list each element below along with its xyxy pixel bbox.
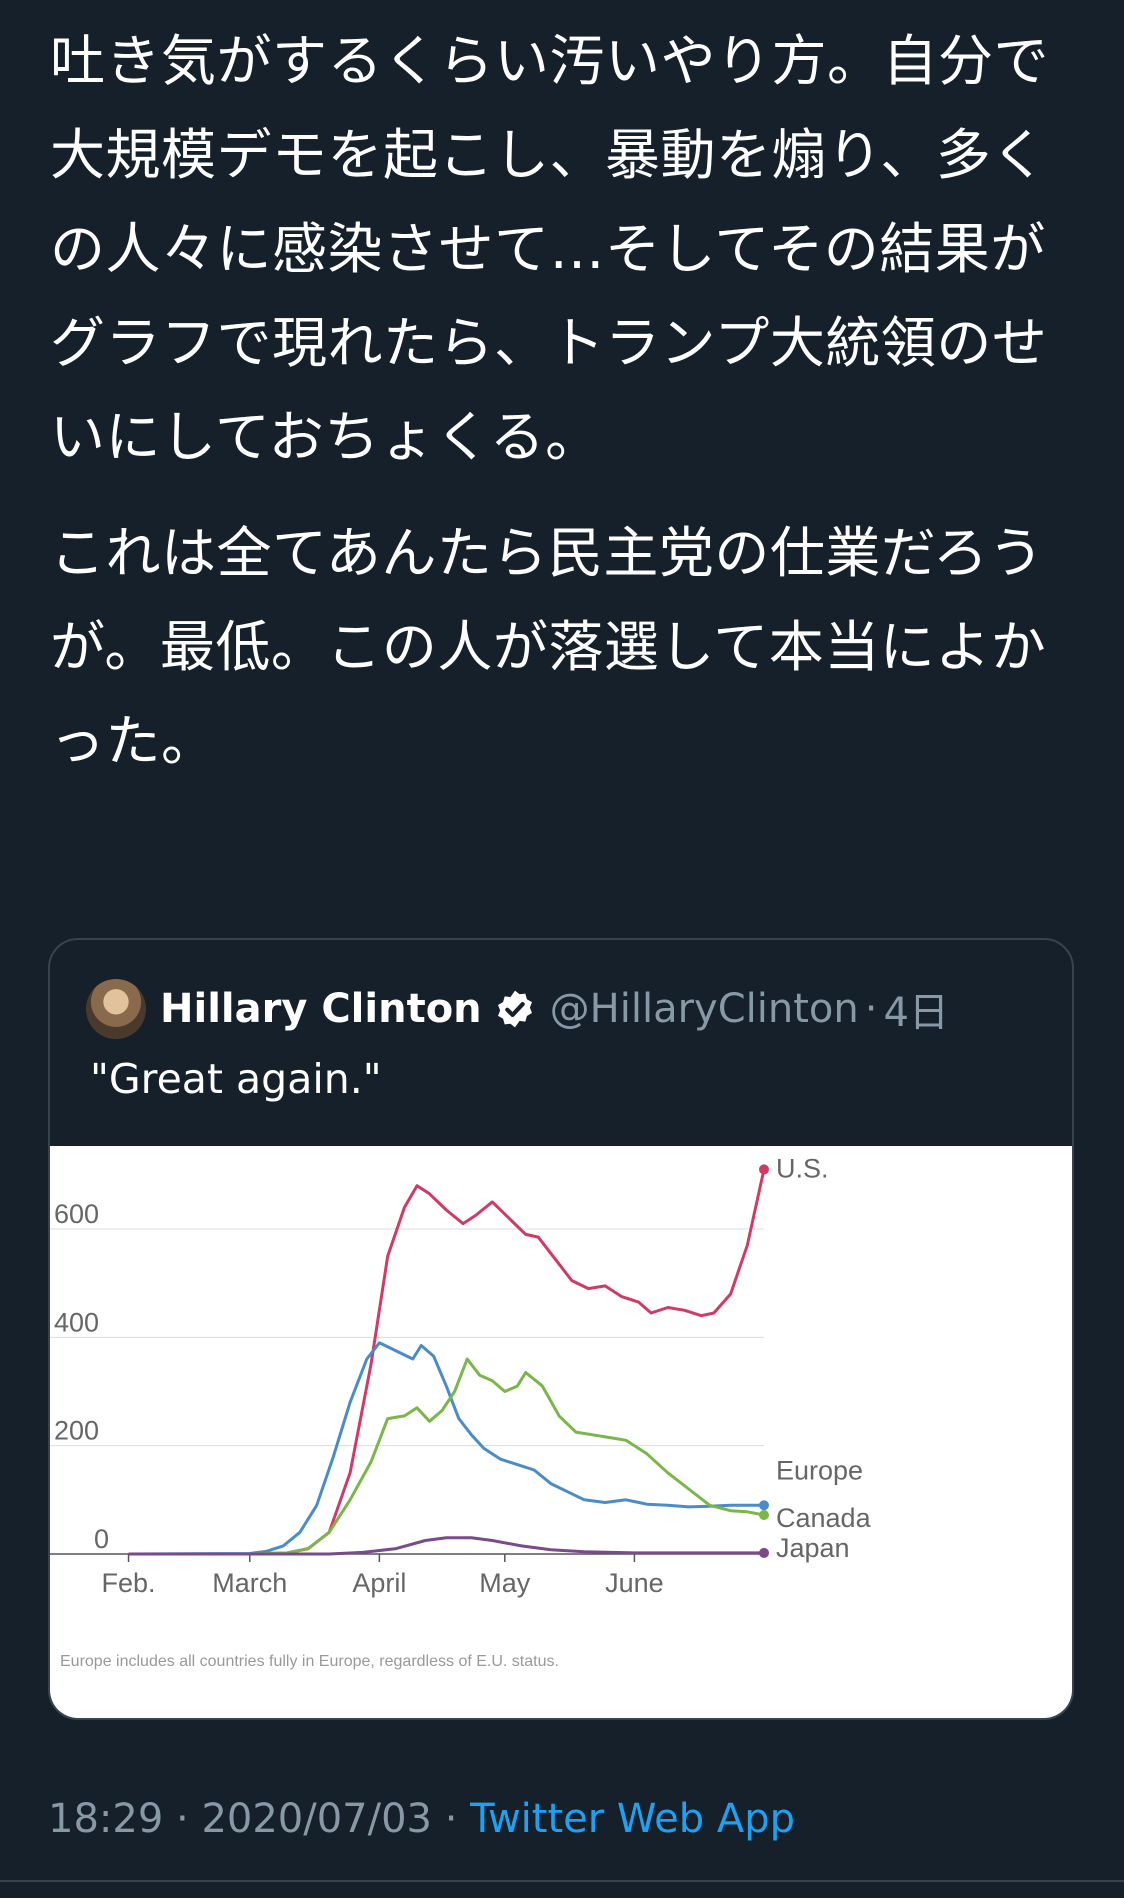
- tweet-paragraph: これは全てあんたら民主党の仕業だろうが。最低。この人が落選して本当によかった。: [50, 521, 1047, 773]
- chart-note: Europe includes all countries fully in E…: [60, 1653, 559, 1670]
- series-label: Japan: [776, 1533, 850, 1563]
- series-label: Canada: [776, 1503, 872, 1533]
- series-line-us: [128, 1169, 766, 1556]
- line-chart: 0 200 400 600 Feb. March April May June U.S. Europ…: [50, 1153, 872, 1670]
- x-tick-label: March: [212, 1568, 287, 1598]
- y-tick-label: 600: [54, 1199, 99, 1229]
- tweet-source-link[interactable]: Twitter Web App: [470, 1796, 795, 1842]
- quoted-tweet-header: Hillary Clinton @HillaryClinton · 4日: [86, 978, 949, 1040]
- x-tick-label: May: [479, 1568, 531, 1598]
- avatar[interactable]: [86, 979, 146, 1039]
- verified-badge-icon: [497, 990, 532, 1028]
- series-label: U.S.: [776, 1153, 829, 1183]
- series-line-japan: [128, 1536, 764, 1556]
- tweet-paragraph: 吐き気がするくらい汚いやり方。自分で大規模デモを起こし、暴動を煽り、多くの人々に…: [50, 29, 1050, 469]
- y-tick-label: 0: [94, 1524, 109, 1554]
- series-end-point: [759, 1164, 769, 1175]
- x-tick-label: April: [352, 1568, 406, 1598]
- y-tick-label: 400: [54, 1307, 99, 1337]
- series-line-europe: [128, 1341, 764, 1556]
- timestamp[interactable]: 4日: [883, 980, 948, 1038]
- tweet-text: 吐き気がするくらい汚いやり方。自分で大規模デモを起こし、暴動を煽り、多くの人々に…: [50, 14, 1060, 788]
- series-end-point: [759, 1500, 769, 1511]
- tweet-time[interactable]: 18:29: [48, 1796, 163, 1842]
- divider: [0, 1880, 1124, 1882]
- chart-image[interactable]: 0 200 400 600 Feb. March April May June U.S. Europ…: [50, 1146, 1072, 1718]
- display-name[interactable]: Hillary Clinton: [160, 986, 482, 1032]
- handle[interactable]: @HillaryClinton: [550, 986, 859, 1032]
- separator: ·: [176, 1796, 189, 1842]
- y-tick-label: 200: [54, 1416, 99, 1446]
- series-end-point: [759, 1510, 769, 1520]
- x-tick-label: June: [605, 1568, 664, 1598]
- x-tick-label: Feb.: [102, 1568, 156, 1598]
- quoted-tweet-text: "Great again.": [90, 1055, 382, 1103]
- series-label: Europe: [776, 1455, 863, 1485]
- separator: ·: [444, 1796, 458, 1842]
- tweet-meta: 18:29 · 2020/07/03 · Twitter Web App: [48, 1796, 795, 1842]
- separator: ·: [864, 986, 878, 1032]
- tweet-date[interactable]: 2020/07/03: [201, 1796, 432, 1842]
- quoted-tweet-card[interactable]: Hillary Clinton @HillaryClinton · 4日 "Gr…: [48, 938, 1074, 1720]
- series-end-point: [759, 1547, 769, 1558]
